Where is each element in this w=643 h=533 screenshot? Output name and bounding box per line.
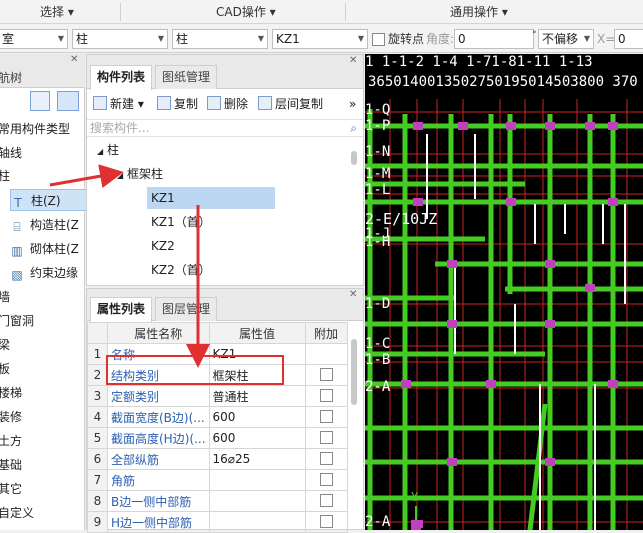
annotation-arrows bbox=[49, 164, 210, 368]
arrow-to-frame-column bbox=[49, 164, 124, 188]
